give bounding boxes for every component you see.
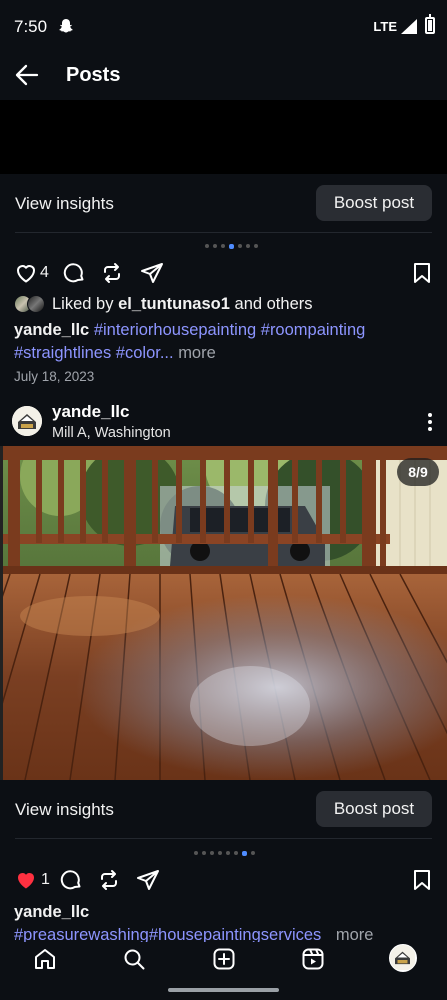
divider xyxy=(15,838,432,839)
heart-icon[interactable] xyxy=(14,261,38,285)
divider xyxy=(15,232,432,233)
status-bar: 7:50 LTE xyxy=(0,0,447,52)
profile-tab-avatar[interactable] xyxy=(389,944,417,972)
like-count: 1 xyxy=(41,871,50,888)
view-insights-link[interactable]: View insights xyxy=(15,800,114,820)
caption-hashtags[interactable]: #interiorhousepainting #roompainting xyxy=(94,321,366,339)
bottom-nav xyxy=(0,942,447,1000)
liker-username: el_tuntunaso1 xyxy=(118,295,230,313)
liker-avatar xyxy=(27,295,45,313)
repost-icon[interactable] xyxy=(97,868,121,892)
caption-hashtags[interactable]: #straightlines #color... xyxy=(14,344,174,362)
more-options-icon[interactable] xyxy=(427,412,433,432)
image-counter: 8/9 xyxy=(397,458,439,486)
comment-icon[interactable] xyxy=(62,261,86,285)
battery-icon xyxy=(425,14,435,34)
create-icon[interactable] xyxy=(212,947,236,971)
carousel-dots xyxy=(205,243,258,249)
page-title: Posts xyxy=(66,64,121,86)
post-photo[interactable]: 8/9 xyxy=(0,446,447,780)
post2-caption: yande_llc #preasurewashing#housepainting… xyxy=(14,901,434,945)
post-location[interactable]: Mill A, Washington xyxy=(52,425,171,441)
back-arrow-icon[interactable] xyxy=(14,62,40,88)
heart-filled-icon[interactable] xyxy=(14,868,38,892)
status-time: 7:50 xyxy=(14,17,48,36)
like-count: 4 xyxy=(40,264,49,281)
boost-post-button[interactable]: Boost post xyxy=(316,185,432,221)
post2-insights-row: View insights Boost post xyxy=(0,782,447,838)
caption-username[interactable]: yande_llc xyxy=(14,903,89,921)
liked-by-text: Liked by el_tuntunaso1 and others xyxy=(52,295,313,313)
post2-action-bar: 1 xyxy=(0,866,447,902)
home-icon[interactable] xyxy=(33,947,57,971)
carousel-dots xyxy=(194,850,255,856)
previous-post-media xyxy=(0,100,447,174)
post1-insights-row: View insights Boost post xyxy=(0,176,447,232)
signal-icon xyxy=(401,19,417,34)
caption-more-link[interactable]: more xyxy=(178,344,216,362)
gesture-bar[interactable] xyxy=(168,988,279,992)
comment-icon[interactable] xyxy=(59,868,83,892)
share-icon[interactable] xyxy=(136,868,160,892)
bookmark-icon[interactable] xyxy=(410,261,434,285)
share-icon[interactable] xyxy=(140,261,164,285)
repost-icon[interactable] xyxy=(100,261,124,285)
bookmark-icon[interactable] xyxy=(410,868,434,892)
post1-action-bar: 4 xyxy=(0,260,447,296)
network-type: LTE xyxy=(373,19,397,34)
top-bar: Posts xyxy=(0,52,447,100)
snapchat-icon xyxy=(59,19,73,33)
profile-avatar[interactable] xyxy=(12,406,42,436)
reels-icon[interactable] xyxy=(301,947,325,971)
post1-caption: yande_llc #interiorhousepainting #roompa… xyxy=(14,319,434,365)
deck-photo xyxy=(0,446,447,780)
post-username[interactable]: yande_llc xyxy=(52,402,130,422)
view-insights-link[interactable]: View insights xyxy=(15,194,114,214)
post2-header: yande_llc Mill A, Washington xyxy=(0,398,447,446)
caption-username[interactable]: yande_llc xyxy=(14,321,89,339)
post-date: July 18, 2023 xyxy=(14,369,95,384)
search-icon[interactable] xyxy=(122,947,146,971)
boost-post-button[interactable]: Boost post xyxy=(316,791,432,827)
